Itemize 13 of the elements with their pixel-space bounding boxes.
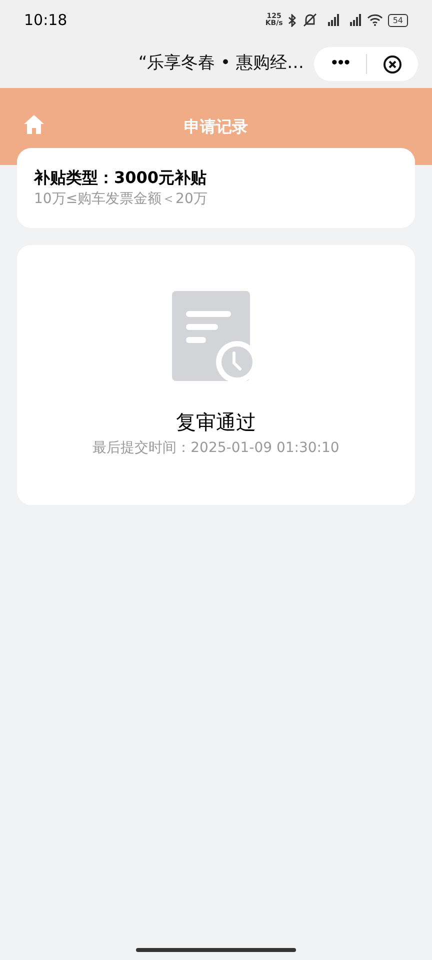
battery-indicator: 54 [388,14,408,26]
amount-condition: 10万≤购车发票金额＜20万 [34,190,208,209]
review-status: 复审通过 [176,409,256,435]
wifi-icon [366,14,383,26]
more-button[interactable]: ••• [314,54,366,74]
close-icon [382,54,402,74]
submission-time: 最后提交时间：2025-01-09 01:30:10 [92,439,340,458]
header-title: 申请记录 [184,116,248,138]
status-time: 10:18 [24,10,68,31]
mute-icon [302,13,318,27]
bluetooth-icon [288,14,297,26]
page-title: “乐享冬春 • 惠购经… [138,52,304,76]
subsidy-type: 补贴类型：3000元补贴 [34,168,207,188]
